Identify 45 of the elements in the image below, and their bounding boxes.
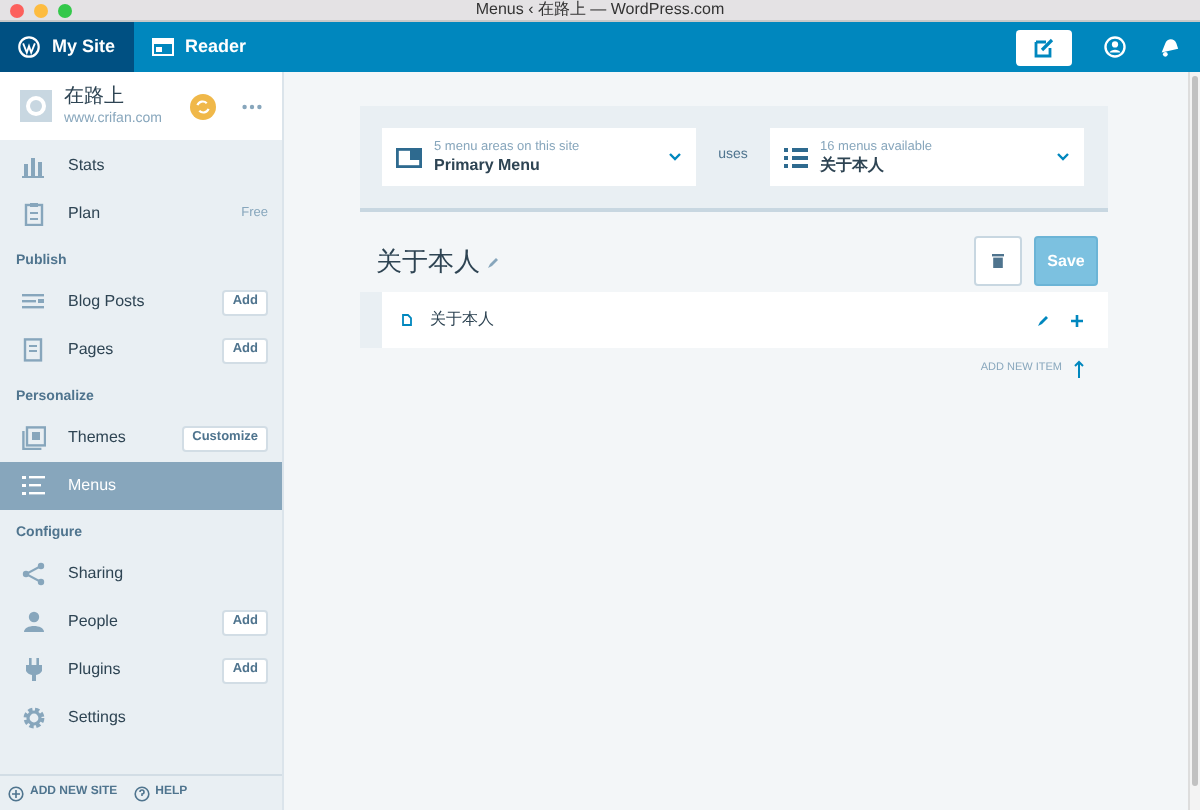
logo-icon (18, 36, 40, 58)
chart-icon (22, 154, 46, 178)
write-button[interactable] (1016, 29, 1072, 65)
reader-icon (151, 38, 174, 56)
top-tab[interactable]: Reader (133, 22, 265, 72)
help-icon (133, 785, 150, 801)
site-icon (20, 90, 52, 122)
list-icon (22, 474, 46, 498)
pencil-icon[interactable] (1036, 313, 1050, 327)
gear-icon (22, 706, 46, 730)
profile-icon[interactable] (1104, 36, 1126, 58)
sidebar-item[interactable]: Stats (0, 142, 282, 190)
themes-icon (22, 426, 46, 450)
sync-icon (190, 93, 216, 119)
layout-icon (396, 147, 422, 167)
bell-icon[interactable] (1158, 36, 1180, 58)
window-title: Menus ‹ 在路上 — WordPress.com (475, 2, 725, 18)
plug-icon (22, 658, 46, 682)
scrollbar[interactable] (1188, 72, 1200, 810)
minimize-button[interactable] (34, 4, 48, 18)
menu-item-row[interactable]: 关于本人 (382, 292, 1108, 348)
top-tab[interactable]: My Site (0, 22, 134, 72)
person-icon (22, 610, 46, 634)
chevron-icon (1056, 152, 1070, 162)
edit-icon (1034, 37, 1054, 57)
sidebar-item[interactable]: Settings (0, 694, 282, 742)
posts-icon (22, 290, 46, 314)
plus-circle-icon (8, 785, 24, 801)
sidebar-item[interactable]: Sharing (0, 550, 282, 598)
clipboard-icon (22, 202, 46, 226)
plus-icon[interactable] (1070, 313, 1084, 327)
close-button[interactable] (10, 4, 24, 18)
arrow-up-icon (1074, 360, 1084, 378)
site-name: 在路上 (64, 85, 126, 109)
menu-title: 关于本人 (376, 243, 480, 280)
page-icon (402, 314, 412, 326)
share-icon (22, 562, 46, 586)
page-icon (22, 338, 46, 362)
trash-icon (992, 254, 1004, 268)
pencil-icon[interactable] (486, 256, 500, 270)
zoom-button[interactable] (58, 4, 72, 18)
list-icon (784, 147, 808, 167)
chevron-icon (668, 152, 682, 162)
delete-button[interactable] (974, 236, 1022, 286)
more-icon[interactable] (242, 103, 262, 109)
